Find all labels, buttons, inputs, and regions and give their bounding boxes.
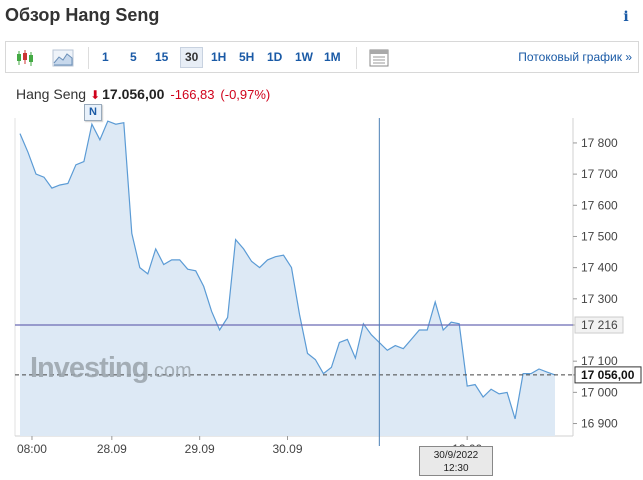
streaming-chart-link[interactable]: Потоковый график » xyxy=(518,50,632,64)
table-icon[interactable] xyxy=(368,48,390,68)
area-chart-icon[interactable] xyxy=(52,48,74,68)
y-tick-label: 17 700 xyxy=(581,167,618,181)
down-arrow-icon: ⬇ xyxy=(90,88,101,102)
y-tick-label: 17 000 xyxy=(581,385,618,399)
watermark-suffix: .com xyxy=(148,360,192,382)
interval-30[interactable]: 30 xyxy=(180,47,204,68)
interval-15[interactable]: 15 xyxy=(151,47,172,68)
x-tick-label: 30.09 xyxy=(272,442,302,456)
last-price: 17.056,00 xyxy=(102,86,165,102)
price-change-percent: (-0,97%) xyxy=(220,87,271,102)
watermark-brand: Investing xyxy=(30,352,149,384)
y-tick-label: 17 400 xyxy=(581,261,618,275)
page-title: Обзор Hang Seng xyxy=(5,5,160,25)
interval-1m[interactable]: 1M xyxy=(320,47,345,68)
chart-toolbar: 1 5 15 30 1H 5H 1D 1W 1M Потоковый графи… xyxy=(5,41,639,73)
price-area xyxy=(20,121,555,436)
x-tick-label: 29.09 xyxy=(185,442,215,456)
crosshair-tooltip: 30/9/2022 12:30 xyxy=(419,446,493,476)
y-tick-label: 17 056,00 xyxy=(581,368,635,382)
price-chart[interactable]: 17 800 17 700 17 600 17 500 17 400 17 300 17 2… xyxy=(0,118,643,480)
interval-1w[interactable]: 1W xyxy=(291,47,317,68)
interval-5[interactable]: 5 xyxy=(126,47,141,68)
y-tick-label: 17 300 xyxy=(581,292,618,306)
crosshair-time: 12:30 xyxy=(443,463,469,474)
panel-header: Обзор Hang Seng i xyxy=(0,0,643,34)
y-tick-label: 17 600 xyxy=(581,198,618,212)
interval-1[interactable]: 1 xyxy=(98,47,113,68)
info-icon[interactable]: i xyxy=(619,9,633,25)
news-badge[interactable]: N xyxy=(84,104,102,121)
y-tick-label: 17 216 xyxy=(581,318,618,332)
candlestick-icon[interactable] xyxy=(14,48,36,68)
toolbar-separator xyxy=(88,47,89,69)
quote-header: Hang Seng ⬇ 17.056,00 -166,83 (-0,97%) xyxy=(16,85,270,103)
y-tick-label: 17 500 xyxy=(581,229,618,243)
x-tick-label: 08:00 xyxy=(17,442,47,456)
crosshair-date: 30/9/2022 xyxy=(433,450,479,461)
y-tick-label: 17 800 xyxy=(581,136,618,150)
investing-watermark: Investing.com xyxy=(30,352,192,385)
x-tick-label: 28.09 xyxy=(97,442,127,456)
instrument-name: Hang Seng xyxy=(16,86,87,102)
toolbar-separator xyxy=(356,47,357,69)
y-tick-label: 17 100 xyxy=(581,354,618,368)
interval-1d[interactable]: 1D xyxy=(263,47,286,68)
price-change: -166,83 xyxy=(170,87,215,102)
interval-5h[interactable]: 5H xyxy=(235,47,258,68)
interval-1h[interactable]: 1H xyxy=(207,47,230,68)
y-tick-label: 16 900 xyxy=(581,417,618,431)
